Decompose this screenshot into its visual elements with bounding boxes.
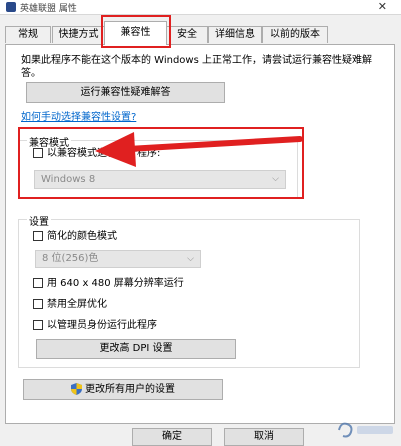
- ok-button[interactable]: 确定: [132, 428, 212, 446]
- cancel-button[interactable]: 取消: [224, 428, 304, 446]
- tab-highlight-annotation: [101, 15, 171, 48]
- arrow-annotation-icon: [95, 132, 303, 167]
- watermark-logo-icon: [338, 422, 393, 438]
